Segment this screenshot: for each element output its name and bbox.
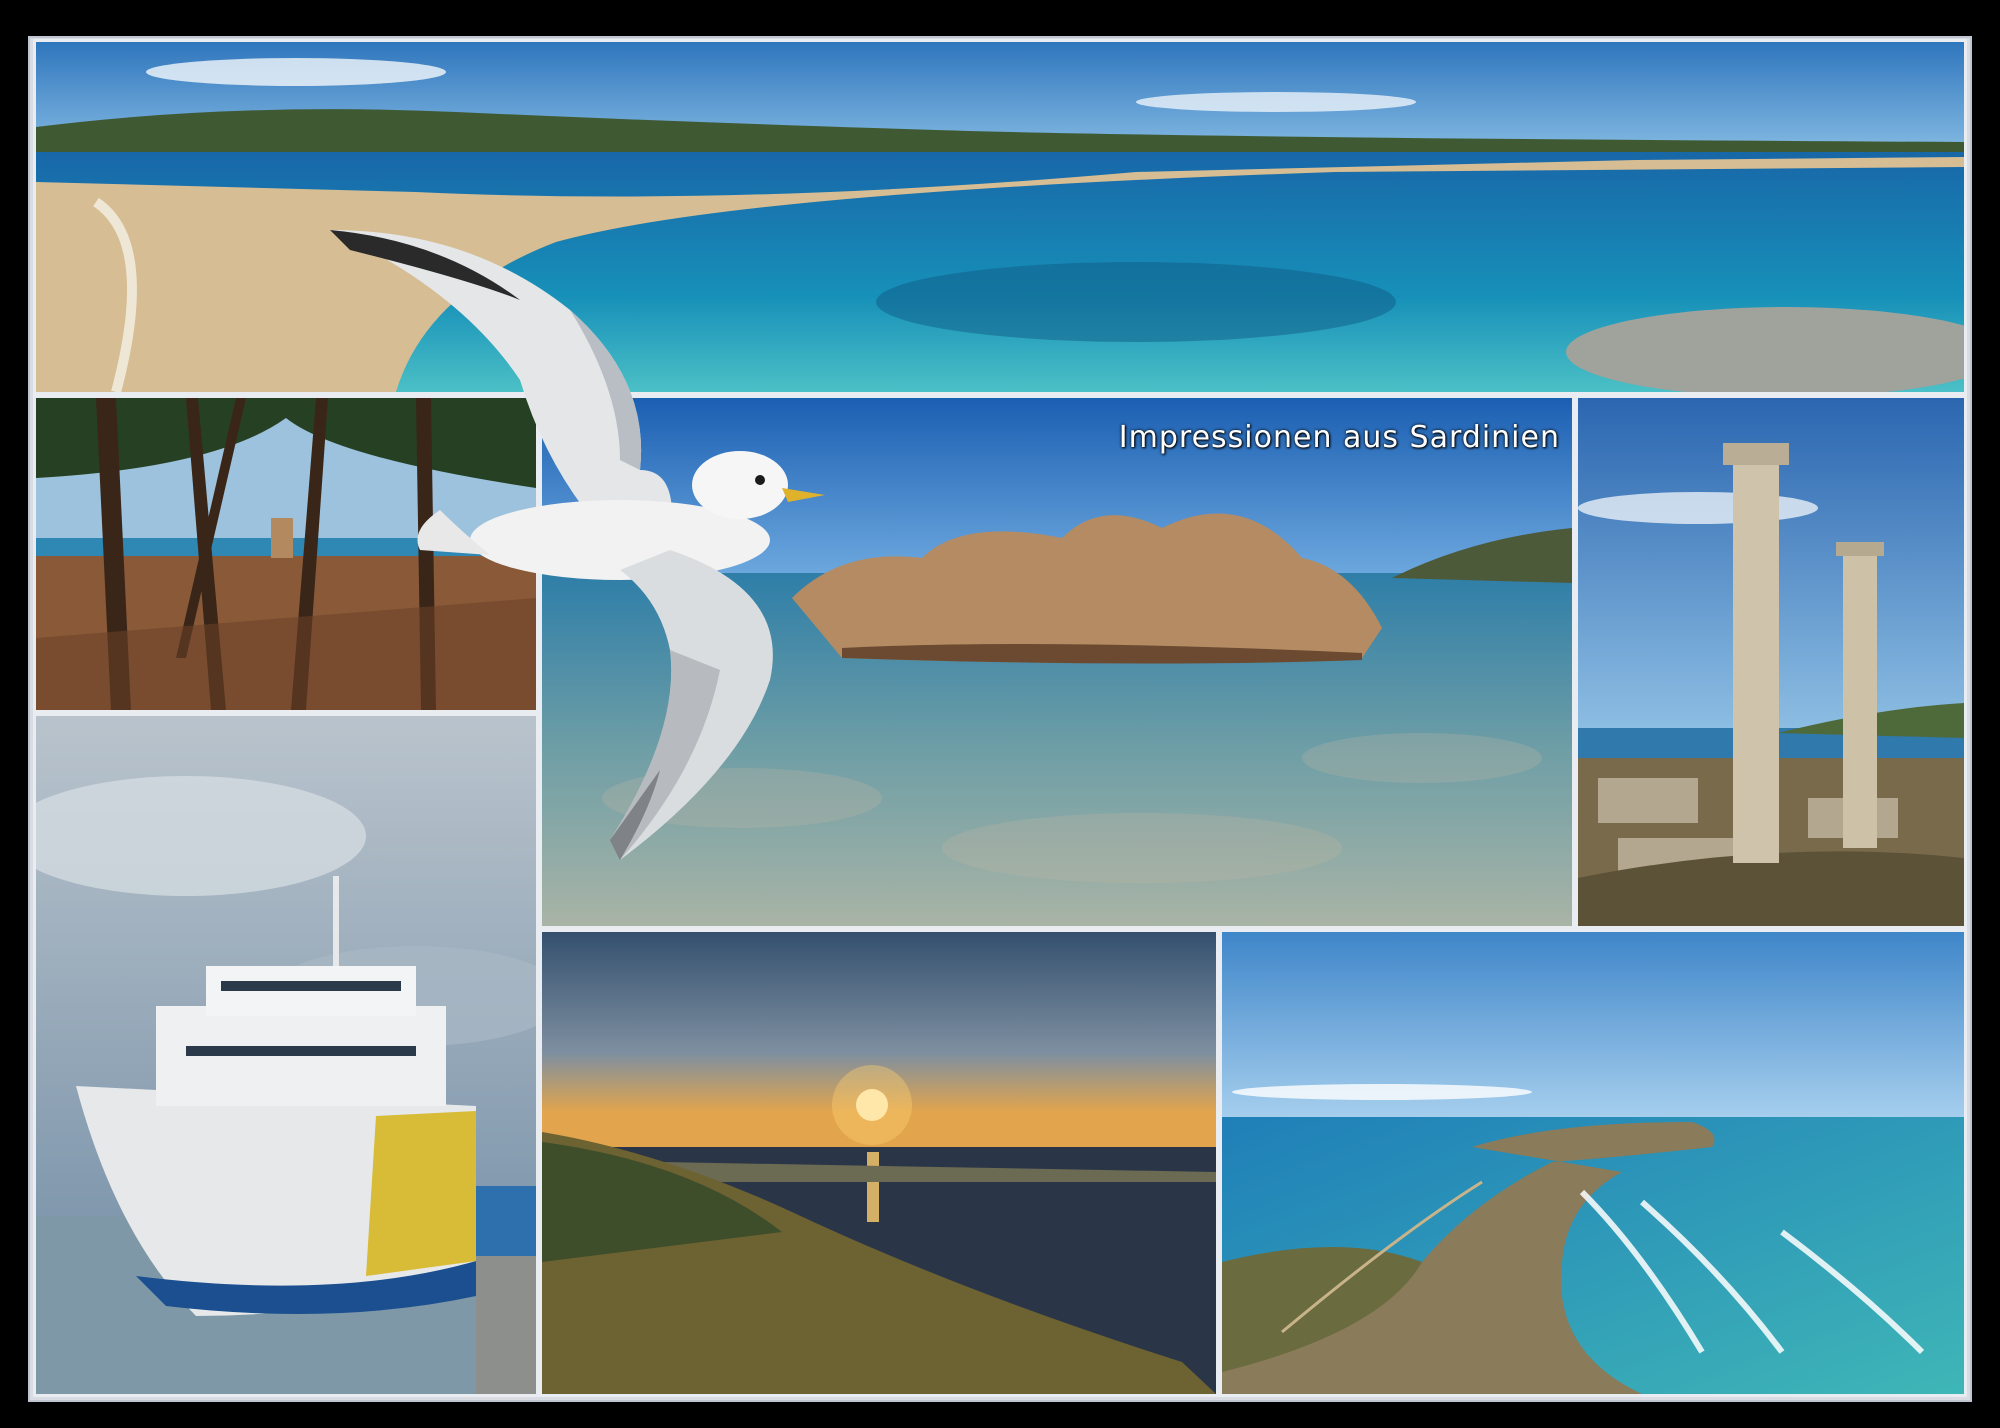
- photo-pine-grove: [33, 395, 539, 713]
- photo-cape-aerial: [1219, 929, 1967, 1397]
- photo-roman-columns: [1575, 395, 1967, 929]
- collage-title: Impressionen aus Sardinien: [1118, 420, 1560, 455]
- photo-rocky-cove: [539, 395, 1575, 929]
- photo-beach-panorama: [33, 39, 1967, 395]
- photo-sunset: [539, 929, 1219, 1397]
- photo-ferry: [33, 713, 539, 1397]
